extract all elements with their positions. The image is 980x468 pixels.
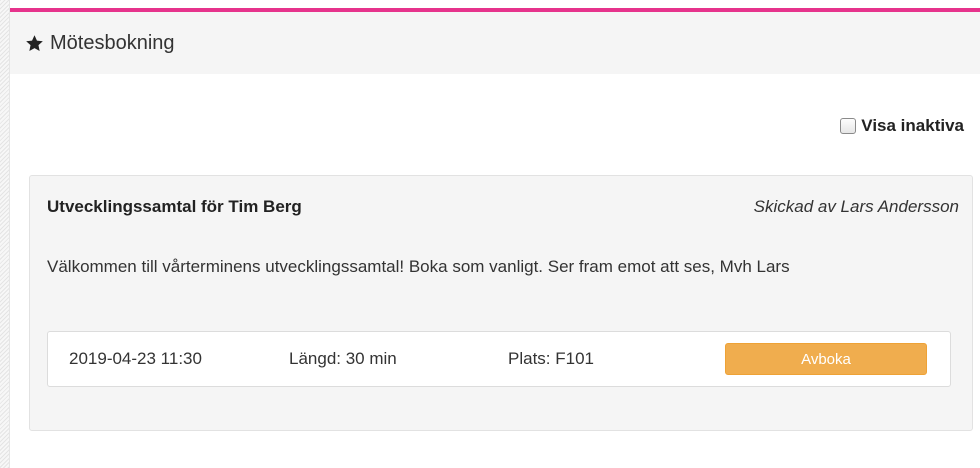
- invite-card: Utvecklingssamtal för Tim Berg Skickad a…: [29, 175, 973, 431]
- invite-title: Utvecklingssamtal för Tim Berg: [47, 197, 302, 216]
- panel-title: Mötesbokning: [50, 31, 175, 54]
- show-inactive-checkbox[interactable]: [840, 118, 857, 134]
- booking-location: Plats: F101: [508, 349, 594, 368]
- booking-length: Längd: 30 min: [289, 349, 397, 368]
- invite-sender: Skickad av Lars Andersson: [753, 197, 959, 216]
- show-inactive-toggle[interactable]: Visa inaktiva: [840, 116, 964, 136]
- left-rail: [0, 0, 10, 468]
- cancel-booking-button[interactable]: Avboka: [725, 343, 927, 375]
- star-icon: [24, 33, 44, 53]
- booking-row: 2019-04-23 11:30 Längd: 30 min Plats: F1…: [47, 331, 951, 387]
- booking-datetime: 2019-04-23 11:30: [69, 349, 202, 368]
- panel-header: Mötesbokning: [10, 12, 980, 74]
- show-inactive-label[interactable]: Visa inaktiva: [861, 116, 964, 136]
- meeting-booking-panel: Mötesbokning Visa inaktiva Utvecklingssa…: [10, 0, 980, 468]
- invite-message: Välkommen till vårterminens utvecklingss…: [47, 257, 790, 276]
